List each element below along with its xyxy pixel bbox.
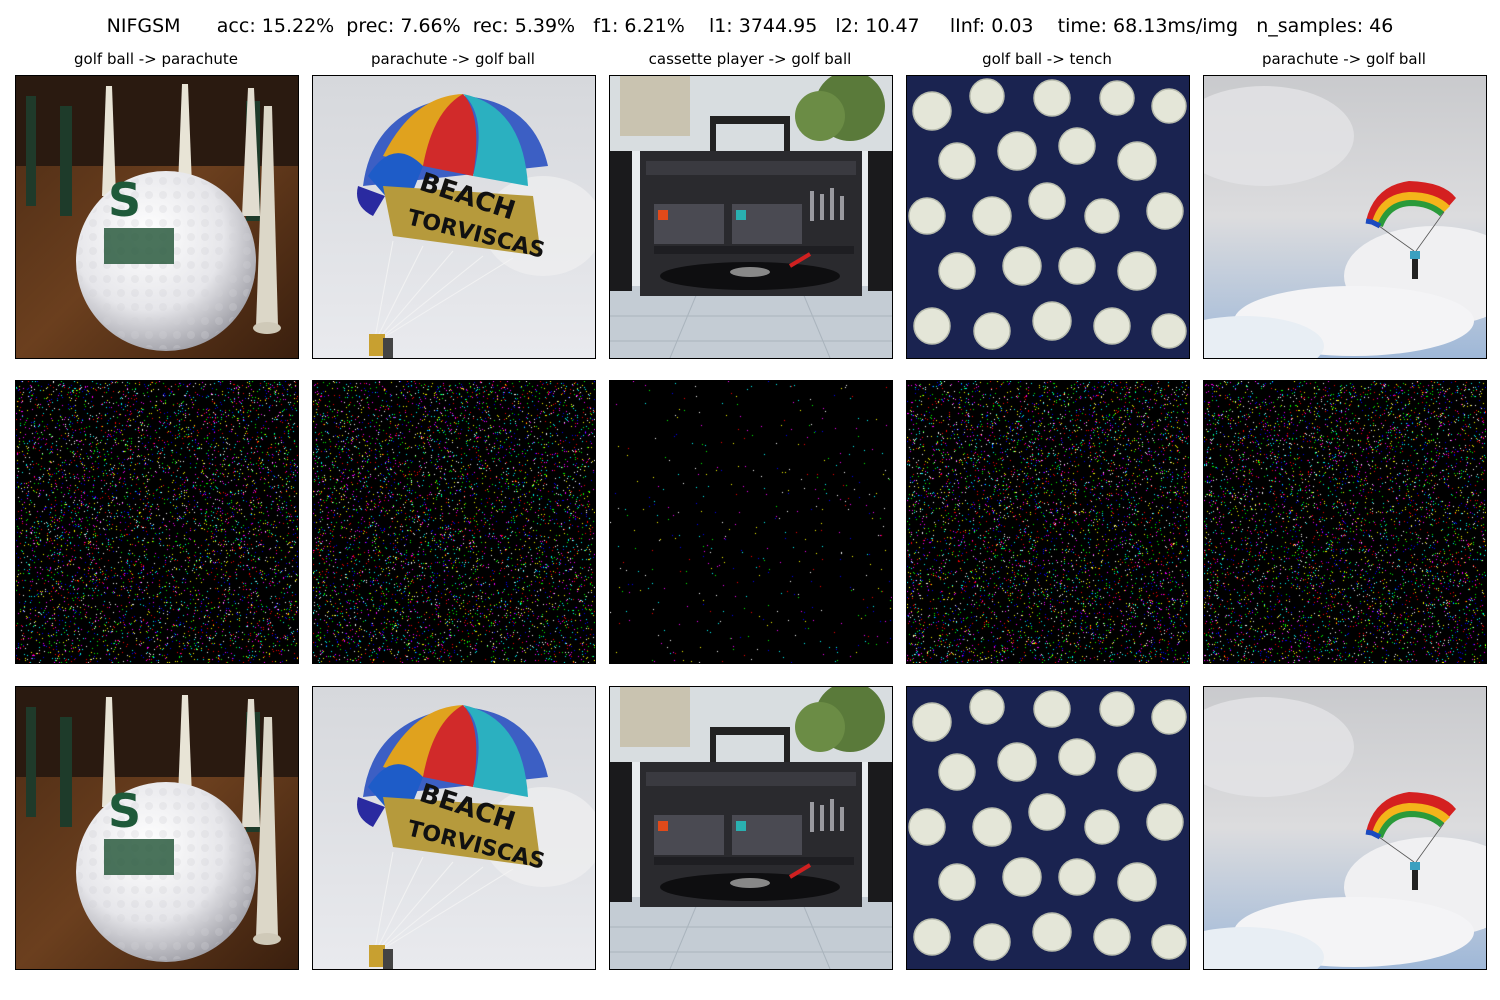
- perturbation-image: [609, 380, 893, 664]
- adversarial-image: [15, 686, 299, 970]
- adversarial-image: [312, 686, 596, 970]
- column-title: parachute -> golf ball: [1262, 50, 1426, 68]
- original-image: [906, 75, 1190, 359]
- original-image: [15, 75, 299, 359]
- adversarial-image: [906, 686, 1190, 970]
- column-title: golf ball -> parachute: [74, 50, 238, 68]
- column-title: cassette player -> golf ball: [648, 50, 852, 68]
- perturbation-image: [312, 380, 596, 664]
- original-image: [609, 75, 893, 359]
- adversarial-image: [1203, 686, 1487, 970]
- perturbation-image: [906, 380, 1190, 664]
- column-title: parachute -> golf ball: [371, 50, 535, 68]
- figure-title: NIFGSM acc: 15.22% prec: 7.66% rec: 5.39…: [106, 15, 1394, 37]
- original-image: [312, 75, 596, 359]
- column-title: golf ball -> tench: [982, 50, 1112, 68]
- adversarial-image: [609, 686, 893, 970]
- original-image: [1203, 75, 1487, 359]
- perturbation-image: [15, 380, 299, 664]
- perturbation-image: [1203, 380, 1487, 664]
